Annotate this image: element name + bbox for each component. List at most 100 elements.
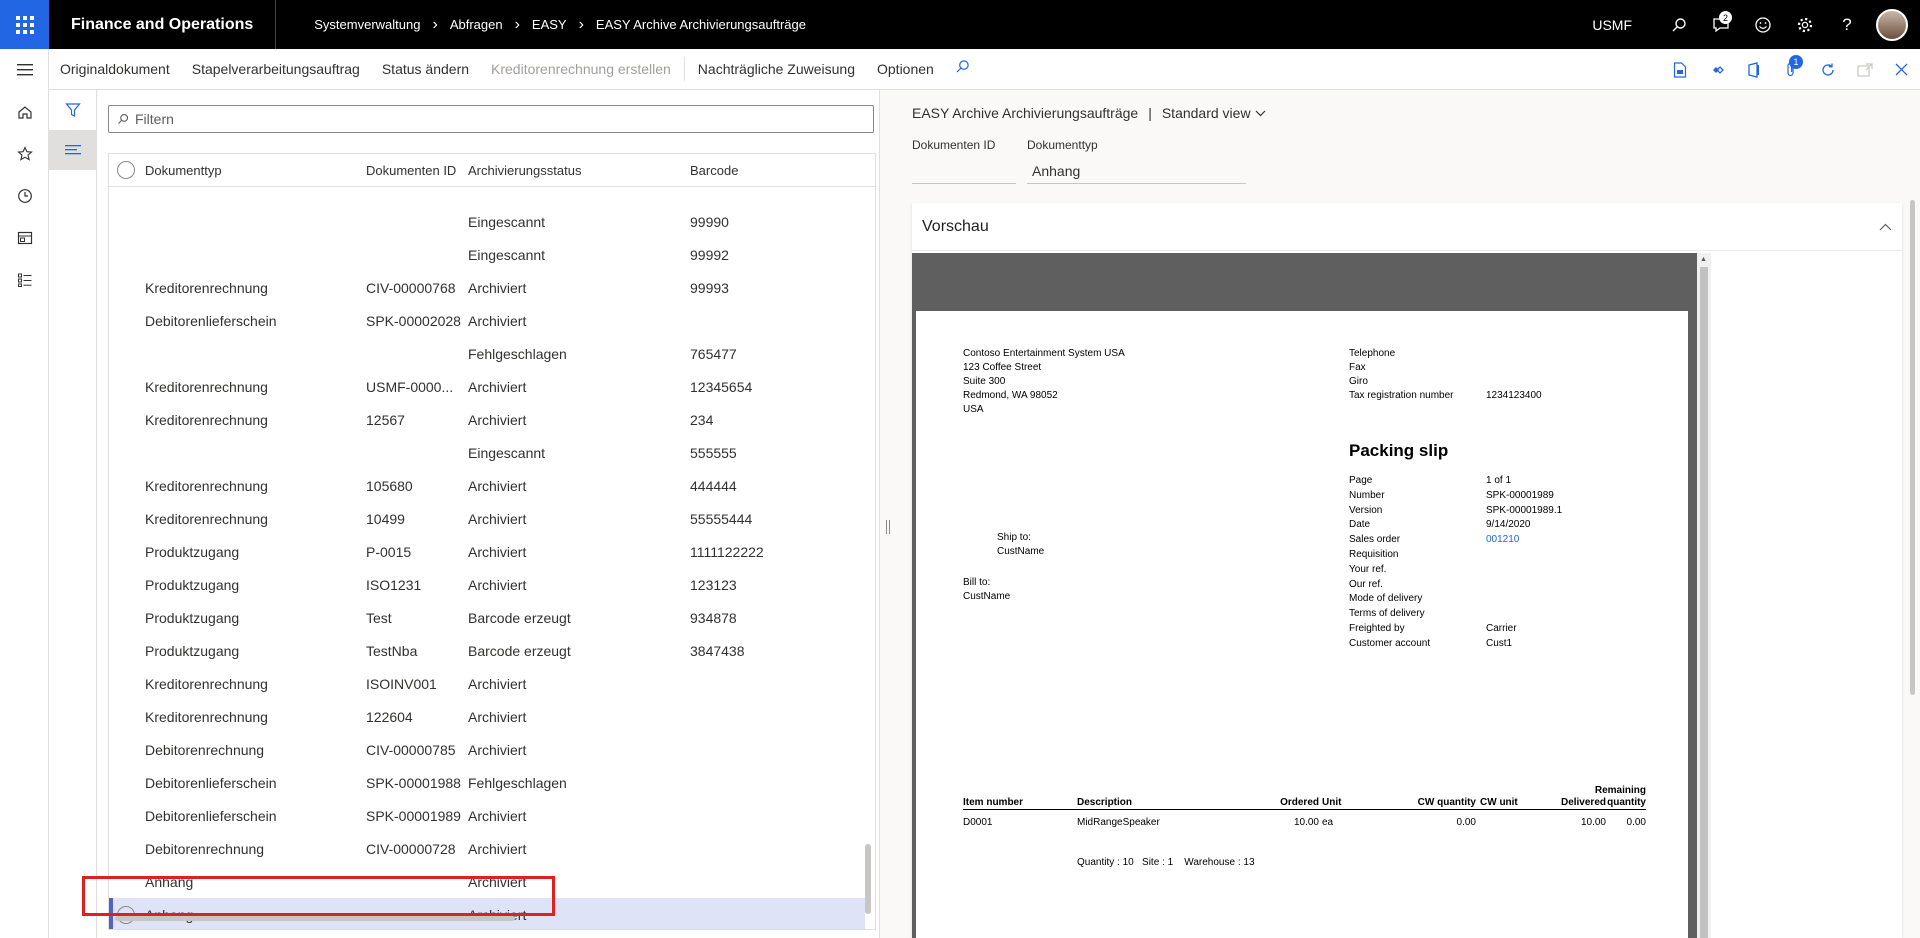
subsequent-assignment-button[interactable]: Nachträgliche Zuweisung [687,61,866,77]
power-apps-button[interactable] [1698,49,1735,90]
th-cw-quantity: CW quantity [1417,797,1476,808]
cell-barcode: 123123 [690,576,737,593]
table-row[interactable]: Kreditorenrechnung 122604 Archiviert [109,700,865,733]
attachments-button[interactable]: 1 [1772,49,1809,90]
scroll-up-icon: ▲ [1700,256,1707,263]
refresh-button[interactable] [1809,49,1846,90]
preview-header[interactable]: Vorschau [912,203,1902,251]
open-new-window-button[interactable] [1846,49,1883,90]
help-button[interactable]: ? [1826,0,1868,49]
table-row[interactable]: Kreditorenrechnung 12567 Archiviert 234 [109,403,865,436]
doc-id-field[interactable] [912,158,1016,184]
column-header-doc-type[interactable]: Dokumenttyp [145,163,366,178]
table-row[interactable]: Fehlgeschlagen 765477 [109,337,865,370]
action-search-button[interactable] [945,59,980,79]
chevron-up-icon [1879,223,1892,230]
cell-barcode: 99993 [690,279,729,296]
hamburger-menu-button[interactable] [0,49,49,91]
search-button[interactable] [1658,0,1700,49]
app-launcher-button[interactable] [0,0,49,49]
pdf-viewer[interactable]: Contoso Entertainment System USA 123 Cof… [912,253,1697,938]
column-header-status[interactable]: Archivierungsstatus [468,163,690,178]
table-row[interactable]: Kreditorenrechnung 105680 Archiviert 444444 [109,469,865,502]
cell-status: Eingescannt [468,213,546,230]
grid-horizontal-scrollbar[interactable] [115,916,515,921]
create-vendor-invoice-button[interactable]: Kreditorenrechnung erstellen [480,61,682,77]
options-button[interactable]: Optionen [866,61,945,77]
cell-doc-type: Debitorenrechnung [145,840,265,857]
filter-pane-button[interactable] [49,90,97,130]
app-title[interactable]: Finance and Operations [49,0,277,49]
feedback-button[interactable] [1742,0,1784,49]
table-row[interactable]: Produktzugang ISO1231 Archiviert 123123 [109,568,865,601]
grid-vertical-scrollbar[interactable] [865,844,871,914]
avatar[interactable] [1876,8,1908,41]
column-header-doc-id[interactable]: Dokumenten ID [366,163,468,178]
open-in-excel-button[interactable] [1661,49,1698,90]
table-row[interactable]: Produktzugang TestNba Barcode erzeugt 38474… [109,634,865,667]
cell-doc-id: Test [366,609,392,626]
viewer-scrollbar[interactable]: ▲ [1697,253,1711,938]
table-row[interactable]: Produktzugang P-0015 Archiviert 1111122222 [109,535,865,568]
filter-input[interactable] [135,111,835,127]
breadcrumb-item[interactable]: EASY Archive Archivierungsaufträge [590,17,812,32]
doc-type-field[interactable]: Anhang [1027,158,1246,184]
sales-order-link[interactable]: 001210 [1486,533,1562,548]
cell-doc-id: P-0015 [366,543,412,560]
change-status-button[interactable]: Status ändern [371,61,480,77]
cell-status: Barcode erzeugt [468,609,571,626]
detail-scrollbar[interactable] [1910,200,1915,695]
grid-header: Dokumenttyp Dokumenten ID Archivierungss… [109,154,875,187]
view-selector[interactable]: Standard view [1162,105,1266,121]
cell-doc-id: ISO1231 [366,576,422,593]
table-row[interactable]: Debitorenlieferschein SPK-00002028 Archivi… [109,304,865,337]
original-document-button[interactable]: Originaldokument [49,61,181,77]
table-row[interactable]: Debitorenrechnung CIV-00000728 Archiviert [109,832,865,865]
line-ordered: 10.00 [1293,817,1319,828]
office-button[interactable] [1735,49,1772,90]
table-row[interactable]: Eingescannt 99990 [109,205,865,238]
table-row[interactable]: Kreditorenrechnung ISOINV001 Archiviert [109,667,865,700]
nav-workspaces[interactable] [0,217,49,259]
table-row[interactable]: Eingescannt 555555 [109,436,865,469]
viewer-scroll-thumb[interactable] [1700,267,1708,938]
cell-doc-type: Debitorenlieferschein [145,807,277,824]
column-header-barcode[interactable]: Barcode [690,163,850,178]
nav-favorites[interactable] [0,133,49,175]
batch-job-button[interactable]: Stapelverarbeitungsauftrag [181,61,371,77]
action-pane: Originaldokument Stapelverarbeitungsauft… [49,49,1920,90]
breadcrumb-item[interactable]: EASY [526,17,573,32]
table-row[interactable]: Eingescannt 99992 [109,238,865,271]
table-row[interactable]: Kreditorenrechnung 10499 Archiviert 5555544… [109,502,865,535]
cell-status: Archiviert [468,708,527,725]
cell-doc-type: Kreditorenrechnung [145,411,268,428]
nav-modules[interactable] [0,259,49,301]
notifications-button[interactable]: 2 [1700,0,1742,49]
settings-button[interactable] [1784,0,1826,49]
hamburger-icon [16,64,33,76]
breadcrumb-item[interactable]: Systemverwaltung [308,17,426,32]
table-row[interactable]: Debitorenrechnung CIV-00000785 Archiviert [109,733,865,766]
workspace-icon [17,231,32,245]
company-picker[interactable]: USMF [1592,17,1632,33]
table-row[interactable]: Kreditorenrechnung CIV-00000768 Archiviert… [109,271,865,304]
cell-doc-type: Debitorenlieferschein [145,312,277,329]
cell-doc-type: Kreditorenrechnung [145,477,268,494]
select-all-radio[interactable] [117,161,135,179]
cell-doc-type: Debitorenlieferschein [145,774,277,791]
table-row[interactable]: Debitorenlieferschein SPK-00001989 Archivi… [109,799,865,832]
show-list-button[interactable] [49,130,97,170]
cell-barcode: 99992 [690,246,729,263]
th-unit: Unit [1322,797,1342,808]
nav-recent[interactable] [0,175,49,217]
table-row[interactable]: Debitorenlieferschein SPK-00001988 Fehlges… [109,766,865,799]
breadcrumb-item[interactable]: Abfragen [444,17,509,32]
top-bar: Finance and Operations Systemverwaltung … [0,0,1920,49]
nav-home[interactable] [0,91,49,133]
table-row[interactable]: Kreditorenrechnung USMF-0000... Archiviert… [109,370,865,403]
line-detail: Quantity : 10 Site : 1 Warehouse : 13 [1077,857,1255,868]
table-row[interactable]: Produktzugang Test Barcode erzeugt 934878 [109,601,865,634]
cell-status: Archiviert [468,675,527,692]
close-button[interactable] [1883,49,1920,90]
close-icon [1895,63,1908,76]
